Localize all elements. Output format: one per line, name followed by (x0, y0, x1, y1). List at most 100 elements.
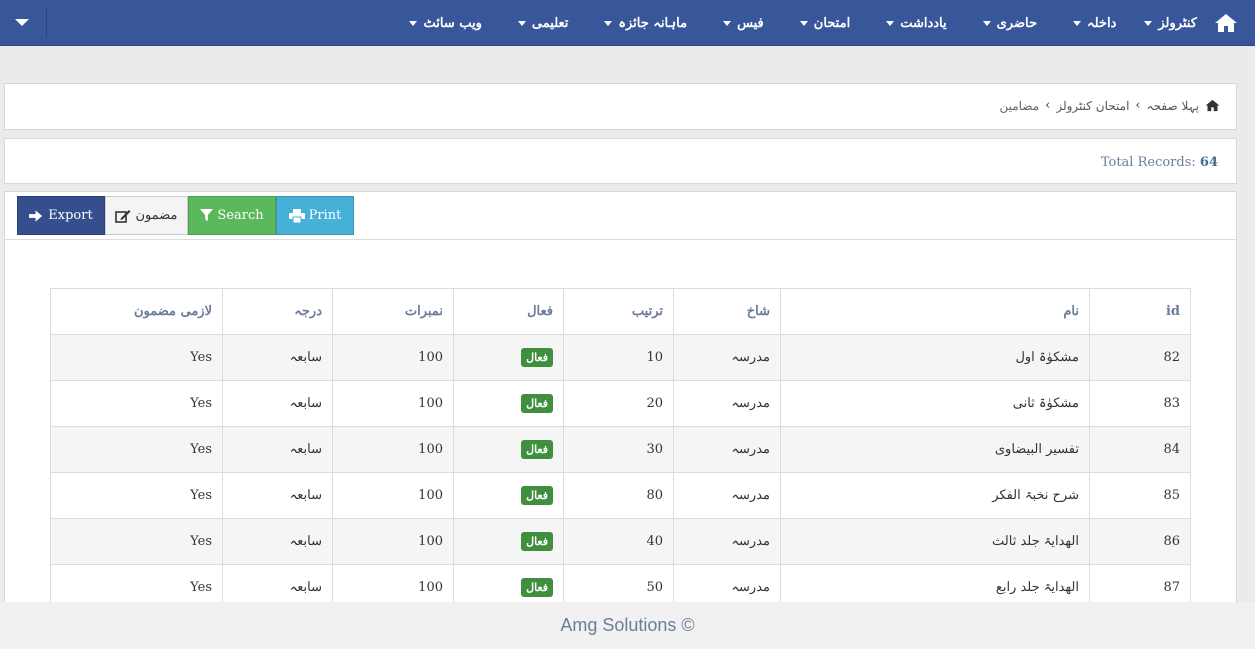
cell-branch: مدرسہ (673, 334, 781, 381)
subject-button-label: مضمون (135, 208, 178, 223)
nav-label: فیس (737, 15, 764, 31)
cell-required: Yes (50, 426, 223, 473)
export-button[interactable]: Export (17, 196, 105, 235)
nav-item-fees[interactable]: فیس (723, 0, 764, 46)
column-header-active[interactable]: فعال (453, 288, 564, 335)
column-header-order[interactable]: ترتیب (563, 288, 674, 335)
active-status-badge: فعال (521, 578, 553, 597)
footer-copyright: Amg Solutions © (560, 615, 695, 635)
export-button-label: Export (48, 208, 93, 223)
table-row[interactable]: Yes سابعہ 100 فعال 30 مدرسہ تفسیر البیضا… (50, 426, 1191, 473)
column-header-name[interactable]: نام (780, 288, 1090, 335)
cell-id: 86 (1089, 518, 1191, 565)
cell-marks: 100 (332, 426, 454, 473)
cell-active: فعال (453, 426, 564, 473)
print-button[interactable]: Print (276, 196, 354, 235)
search-button-label: Search (217, 208, 264, 223)
cell-grade: سابعہ (222, 518, 333, 565)
breadcrumb-panel: پہلا صفحہ ‹ امتحان کنٹرولز ‹ مضامین (4, 83, 1237, 130)
caret-down-icon (409, 20, 418, 26)
navbar-toggle-caret-icon[interactable] (10, 13, 34, 31)
table-row[interactable]: Yes سابعہ 100 فعال 20 مدرسہ مشکوٰۃ ثانی … (50, 380, 1191, 427)
nav-label: تعلیمی (531, 15, 569, 31)
breadcrumb-current: مضامین (999, 98, 1040, 113)
cell-grade: سابعہ (222, 426, 333, 473)
cell-required: Yes (50, 380, 223, 427)
cell-name: تفسیر البیضاوی (780, 426, 1090, 473)
column-header-branch[interactable]: شاخ (673, 288, 781, 335)
column-header-required[interactable]: لازمی مضمون (50, 288, 223, 335)
nav-item-exam[interactable]: امتحان (799, 0, 851, 46)
caret-down-icon (604, 20, 613, 26)
nav-label: امتحان (813, 15, 851, 31)
cell-required: Yes (50, 472, 223, 519)
breadcrumb-section-link[interactable]: امتحان کنٹرولز (1052, 99, 1133, 113)
column-header-marks[interactable]: نمبرات (332, 288, 454, 335)
total-records: Total Records: 64 (1101, 155, 1218, 170)
nav-item-controls[interactable]: کنٹرولز (1144, 0, 1197, 46)
active-status-badge: فعال (521, 394, 553, 413)
caret-down-icon (799, 20, 808, 26)
nav-home-icon[interactable] (1197, 0, 1255, 46)
chevron-left-icon: ‹ (1045, 98, 1051, 113)
nav-label: داخلہ (1087, 15, 1117, 31)
caret-down-icon (517, 20, 526, 26)
nav-item-monthly-review[interactable]: ماہانہ جائزہ (604, 0, 687, 46)
subject-button[interactable]: مضمون (105, 196, 188, 235)
cell-name: شرح نخبۃ الفکر (780, 472, 1090, 519)
cell-id: 83 (1089, 380, 1191, 427)
nav-label: ماہانہ جائزہ (618, 15, 688, 31)
cell-id: 85 (1089, 472, 1191, 519)
cell-marks: 100 (332, 334, 454, 381)
cell-branch: مدرسہ (673, 518, 781, 565)
table-row[interactable]: Yes سابعہ 100 فعال 80 مدرسہ شرح نخبۃ الف… (50, 472, 1191, 519)
cell-marks: 100 (332, 380, 454, 427)
active-status-badge: فعال (521, 486, 553, 505)
breadcrumb-home-link[interactable]: پہلا صفحہ (1143, 99, 1203, 113)
cell-id: 84 (1089, 426, 1191, 473)
column-header-id[interactable]: id (1089, 288, 1191, 335)
cell-marks: 100 (332, 472, 454, 519)
cell-active: فعال (453, 334, 564, 381)
nav-menu: کنٹرولز داخلہ حاضری یادداشت امتحان فیس م… (373, 0, 1255, 46)
printer-icon (288, 208, 305, 223)
table-row[interactable]: Yes سابعہ 100 فعال 40 مدرسہ الھدایۃ جلد … (50, 518, 1191, 565)
caret-down-icon (1073, 20, 1082, 26)
cell-active: فعال (453, 518, 564, 565)
nav-item-attendance[interactable]: حاضری (982, 0, 1037, 46)
table-row[interactable]: Yes سابعہ 100 فعال 10 مدرسہ مشکوٰۃ اول 8… (50, 334, 1191, 381)
active-status-badge: فعال (521, 532, 553, 551)
nav-label: یادداشت (900, 15, 947, 31)
top-navbar: کنٹرولز داخلہ حاضری یادداشت امتحان فیس م… (0, 0, 1255, 46)
nav-item-website[interactable]: ویب سائٹ (409, 0, 482, 46)
nav-item-educational[interactable]: تعلیمی (517, 0, 569, 46)
edit-icon (115, 209, 131, 223)
cell-branch: مدرسہ (673, 380, 781, 427)
cell-required: Yes (50, 518, 223, 565)
cell-required: Yes (50, 334, 223, 381)
nav-item-admission[interactable]: داخلہ (1073, 0, 1116, 46)
cell-name: مشکوٰۃ ثانی (780, 380, 1090, 427)
cell-active: فعال (453, 380, 564, 427)
nav-label: ویب سائٹ (423, 15, 482, 31)
footer: Amg Solutions © (0, 602, 1255, 649)
cell-marks: 100 (332, 518, 454, 565)
caret-down-icon (886, 20, 895, 26)
nav-label: کنٹرولز (1158, 15, 1197, 31)
column-header-grade[interactable]: درجہ (222, 288, 333, 335)
filter-icon (200, 209, 214, 222)
cell-order: 40 (563, 518, 674, 565)
cell-active: فعال (453, 472, 564, 519)
cell-grade: سابعہ (222, 380, 333, 427)
cell-order: 20 (563, 380, 674, 427)
cell-branch: مدرسہ (673, 426, 781, 473)
search-button[interactable]: Search (188, 196, 276, 235)
breadcrumb-home-icon[interactable] (1203, 99, 1220, 112)
chevron-left-icon: ‹ (1135, 98, 1141, 113)
nav-item-notes[interactable]: یادداشت (886, 0, 947, 46)
total-records-label: Total Records: (1100, 155, 1196, 170)
cell-name: مشکوٰۃ اول (780, 334, 1090, 381)
caret-down-icon (723, 20, 732, 26)
navbar-divider (46, 8, 47, 38)
table-header-row: لازمی مضمون درجہ نمبرات فعال ترتیب شاخ ن… (50, 288, 1191, 335)
